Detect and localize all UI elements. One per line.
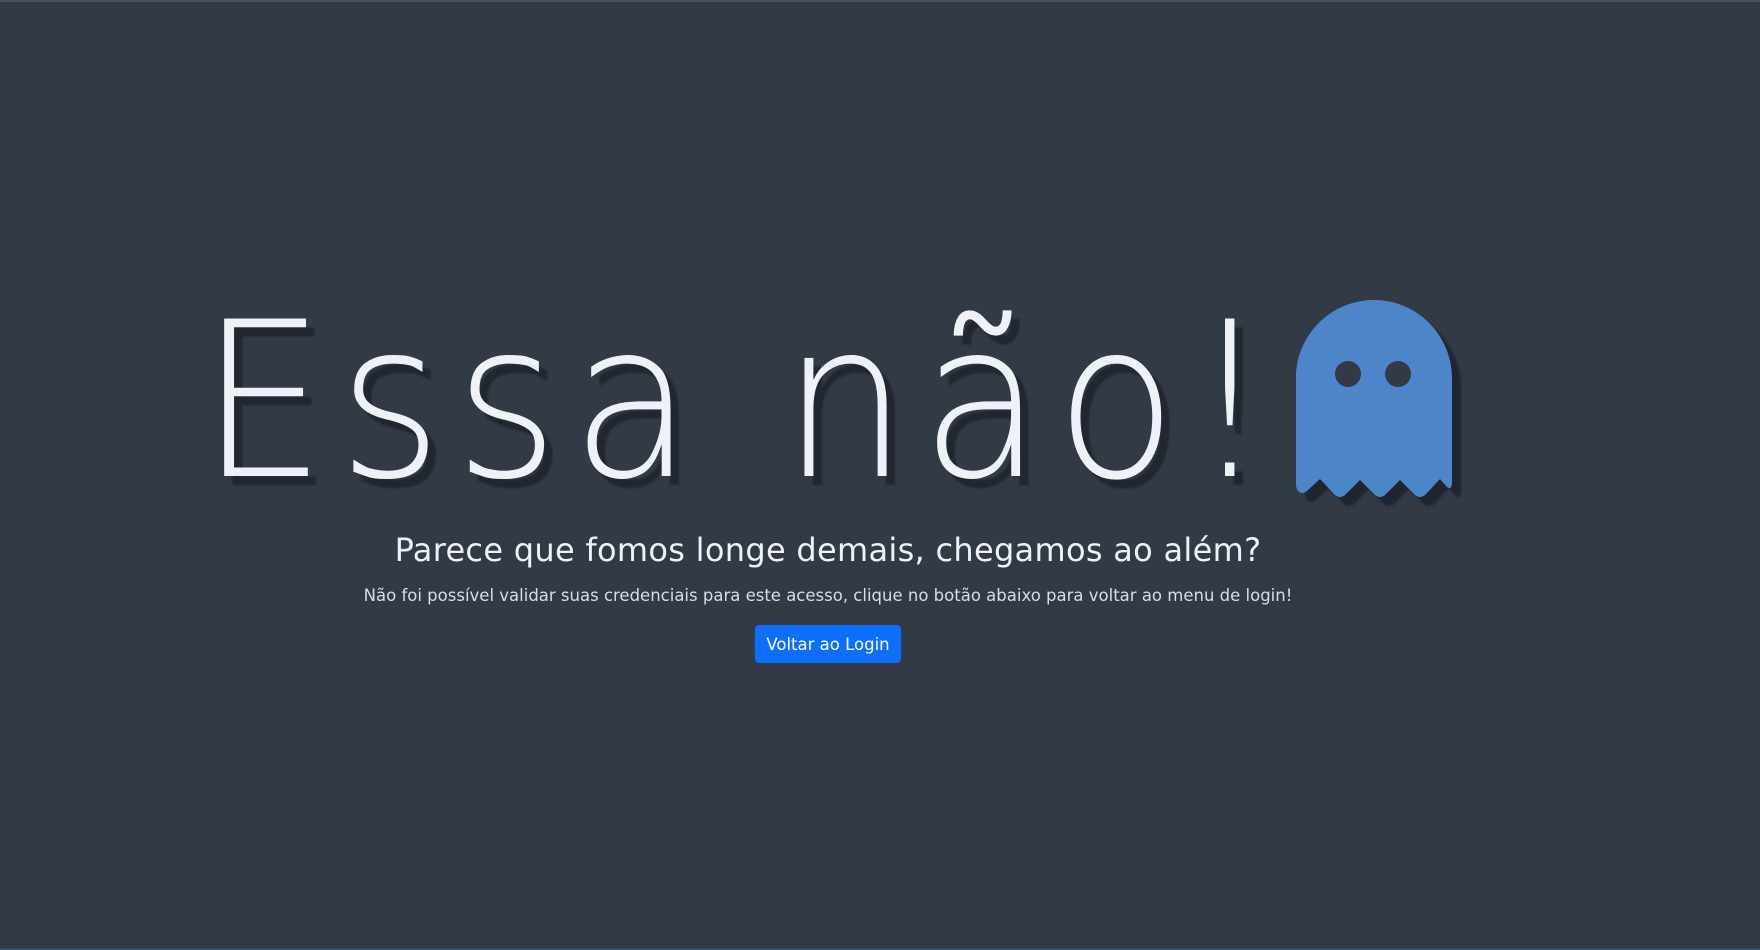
error-subtitle: Parece que fomos longe demais, chegamos … bbox=[394, 531, 1262, 569]
ghost-left-eye bbox=[1335, 361, 1361, 387]
top-border bbox=[0, 0, 1760, 2]
ghost-right-eye bbox=[1385, 361, 1411, 387]
error-message: Não foi possível validar suas credenciai… bbox=[363, 586, 1293, 605]
ghost-body bbox=[1296, 300, 1452, 497]
back-to-login-button[interactable]: Voltar ao Login bbox=[755, 625, 901, 663]
error-headline: Essa não! bbox=[200, 276, 1283, 527]
error-headline-container: Essa não! bbox=[200, 294, 1377, 510]
ghost-icon bbox=[1296, 300, 1452, 497]
